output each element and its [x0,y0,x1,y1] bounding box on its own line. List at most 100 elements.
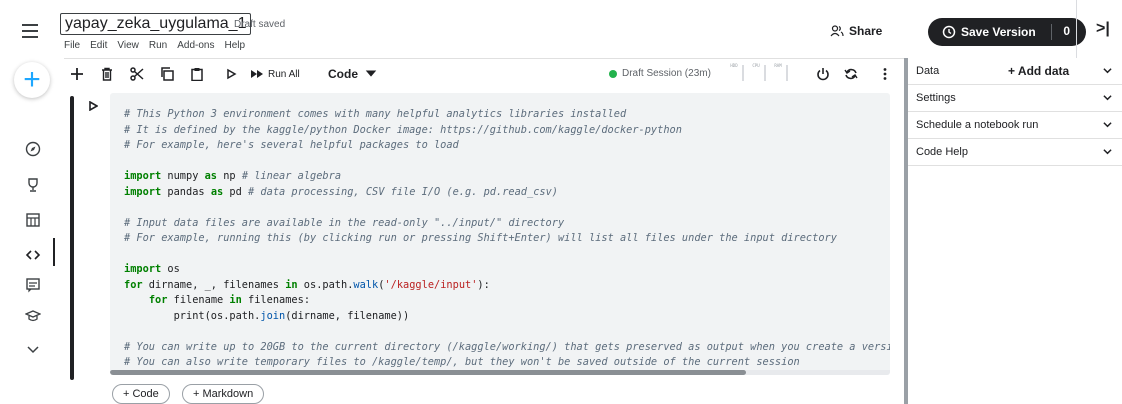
draft-status: Draft saved [234,19,286,30]
code-token: # It is defined by the kaggle/python Doc… [124,123,682,136]
left-nav-rail: + [0,0,64,404]
code-token: # For example, here's several helpful pa… [124,139,459,151]
code-token: filename [167,294,230,306]
code-token: os.path. [297,278,354,291]
code-token: as [204,170,218,182]
chevron-down-icon [1103,149,1112,155]
cell-type-select[interactable]: Code [328,66,378,82]
code-token: print(os.path. [124,309,261,322]
menu-icon[interactable] [22,24,38,42]
discussions-icon[interactable] [24,276,42,294]
run-cell-icon[interactable] [224,66,238,82]
code-token: # linear algebra [241,170,342,182]
code-line: # It is defined by the kaggle/python Doc… [124,123,890,139]
menu-view[interactable]: View [117,40,139,51]
header: yapay_zeka_uygulama_1 Draft saved File E… [56,0,1122,58]
code-token: join [260,309,286,322]
fast-forward-icon [251,70,263,78]
learn-icon[interactable] [24,307,42,325]
share-label: Share [849,24,883,38]
cut-icon[interactable] [130,66,144,82]
code-token: pd [223,185,249,198]
horizontal-scrollbar[interactable] [110,370,890,375]
notebook-toolbar: Run All Code Draft Session (23m) HDD CPU… [64,58,904,88]
version-count: 0 [1063,24,1070,38]
code-cell-editor[interactable]: # This Python 3 environment comes with m… [110,93,890,375]
run-all-button[interactable]: Run All [250,66,300,82]
add-cell-icon[interactable] [70,66,84,82]
data-section-header[interactable]: Data + Add data [908,58,1122,85]
code-line: # Input data files are available in the … [124,216,890,232]
chevron-down-icon [1103,122,1112,128]
run-cell-button[interactable] [88,100,99,114]
menu-edit[interactable]: Edit [90,40,107,51]
code-token: # Input data files are available in the … [124,216,565,229]
cell-type-value: Code [328,67,358,81]
explore-icon[interactable] [24,140,42,158]
ram-meter: RAM [774,63,782,68]
power-icon[interactable] [816,66,830,82]
code-token: pandas [161,185,211,198]
notebook-area: # This Python 3 environment comes with m… [64,88,904,404]
copy-icon[interactable] [160,66,174,82]
history-icon [942,25,956,39]
code-token: import [124,185,162,198]
share-people-icon [830,25,844,37]
code-token: # For example, running this (by clicking… [124,232,837,244]
active-cell-indicator [70,96,74,380]
code-token: walk [353,278,379,291]
code-token: # data processing, CSV file I/O (e.g. pd… [248,185,558,198]
menu-help[interactable]: Help [224,40,245,51]
competitions-icon[interactable] [24,176,42,194]
code-line: for filename in filenames: [124,293,890,309]
add-markdown-cell-button[interactable]: + Markdown [182,384,265,404]
menu-bar: File Edit View Run Add-ons Help [64,40,245,51]
add-code-cell-button[interactable]: + Code [112,384,170,404]
datasets-icon[interactable] [24,211,42,229]
settings-label: Settings [916,92,956,104]
save-version-button[interactable]: Save Version 0 [928,18,1086,46]
schedule-section[interactable]: Schedule a notebook run [908,112,1122,139]
delete-icon[interactable] [100,66,114,82]
chevron-down-icon [1103,95,1112,101]
code-line: # For example, here's several helpful pa… [124,138,890,154]
collapse-panel-button[interactable]: >| [1096,20,1110,38]
more-vert-icon[interactable] [878,66,892,82]
data-section-label: Data [916,65,940,77]
hdd-meter-bar [742,65,744,81]
more-icon[interactable] [24,340,42,358]
session-status[interactable]: Draft Session (23m) [609,68,711,79]
code-icon[interactable] [24,246,42,264]
settings-section[interactable]: Settings [908,85,1122,112]
scrollbar-thumb[interactable] [110,370,746,375]
cpu-meter: CPU [752,63,760,68]
notebook-title-input[interactable]: yapay_zeka_uygulama_1 [60,13,252,35]
menu-file[interactable]: File [64,40,80,51]
hdd-meter: HDD [730,63,738,68]
code-token: in [285,278,298,291]
restart-icon[interactable] [844,66,858,82]
menu-add-ons[interactable]: Add-ons [177,40,214,51]
paste-icon[interactable] [190,66,204,82]
code-token: import [124,170,162,182]
code-help-section[interactable]: Code Help [908,139,1122,166]
code-token: import [124,263,162,275]
save-version-label: Save Version [961,25,1036,39]
new-notebook-button[interactable]: + [14,62,50,98]
share-button[interactable]: Share [830,24,882,38]
code-token: dirname, _, filenames [142,278,286,291]
code-content[interactable]: # This Python 3 environment comes with m… [124,107,890,371]
code-line: # This Python 3 environment comes with m… [124,107,890,123]
code-line: import pandas as pd # data processing, C… [124,185,890,201]
code-token: os [161,263,180,275]
code-token: (dirname, filename)) [285,309,410,322]
add-data-button[interactable]: + Add data [1008,64,1069,78]
active-indicator [53,238,55,266]
code-token: # This Python 3 environment comes with m… [124,108,627,120]
code-token: for [148,294,168,306]
code-line: import numpy as np # linear algebra [124,169,890,185]
menu-run[interactable]: Run [149,40,167,51]
